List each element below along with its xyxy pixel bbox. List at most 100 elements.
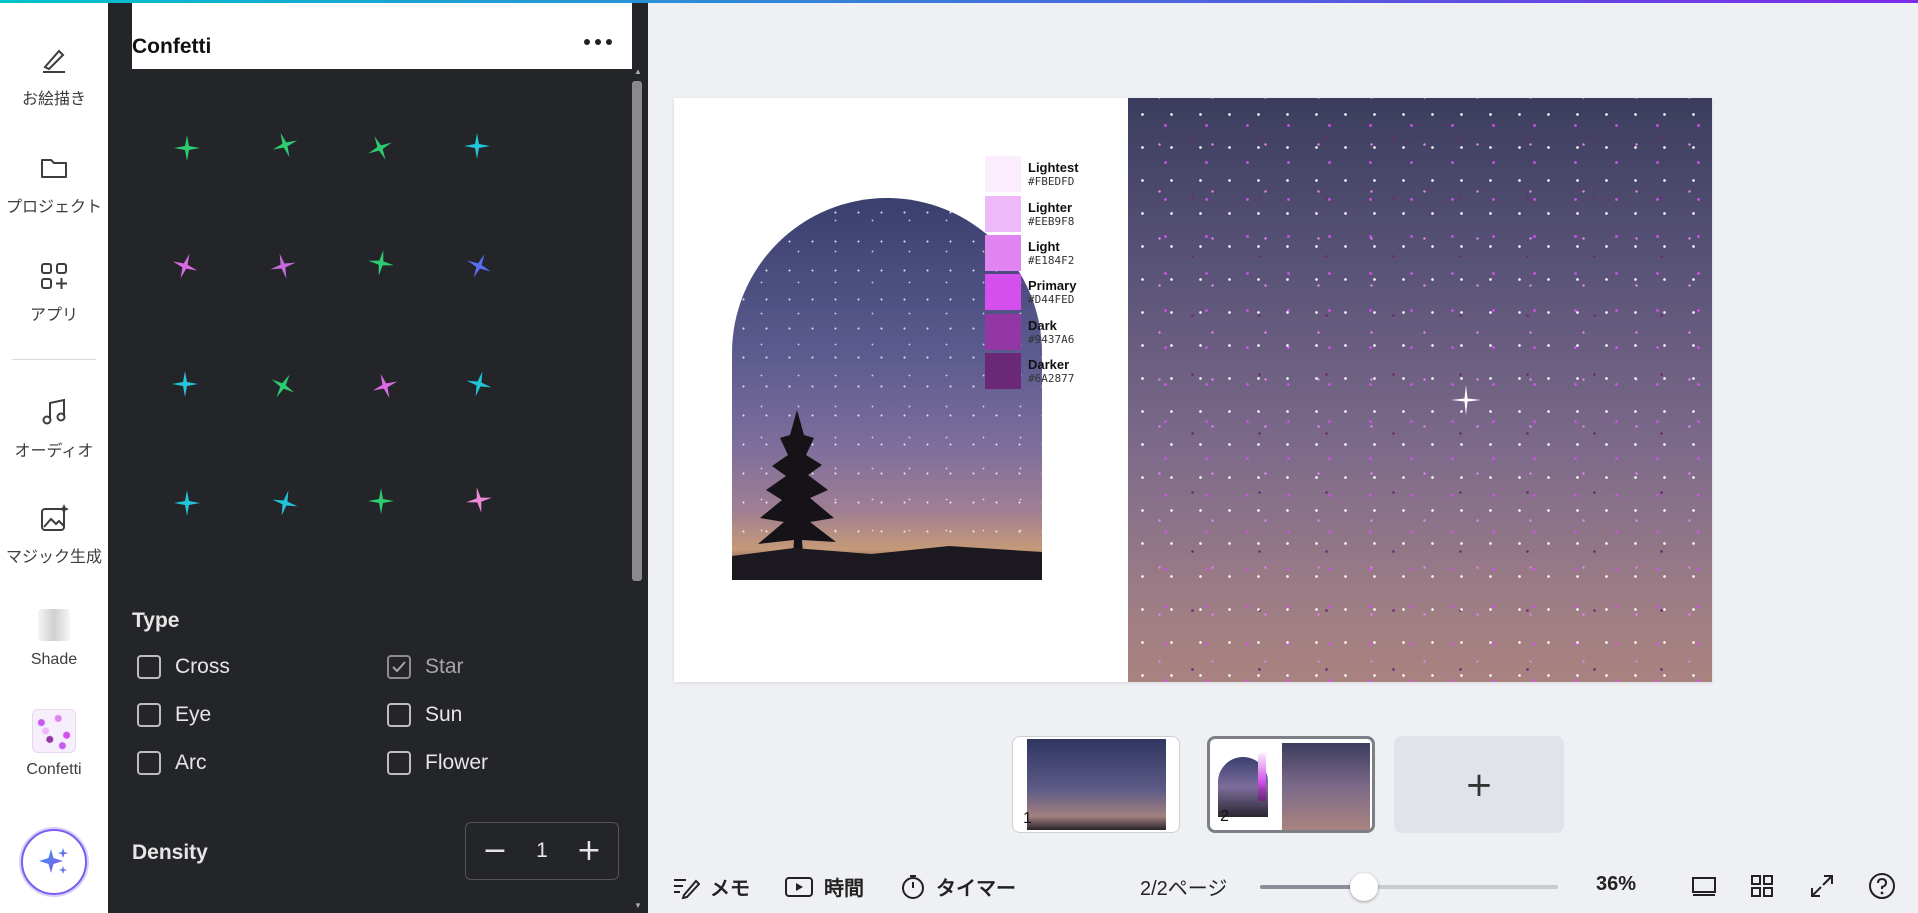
swatch-hex: #FBEDFD (1028, 175, 1075, 188)
fullscreen-icon[interactable] (1806, 870, 1838, 902)
add-page-button[interactable]: + (1394, 736, 1564, 833)
option-label: Eye (175, 703, 212, 726)
notes-label: メモ (710, 878, 750, 900)
swatch-hex: #D44FED (1028, 293, 1075, 306)
confetti-star-layer (1128, 98, 1712, 682)
page-thumbnail[interactable]: 1 (1012, 736, 1180, 833)
notes-button[interactable]: メモ (672, 872, 750, 901)
sparkle-preview[interactable] (462, 131, 492, 161)
zoom-slider[interactable] (1260, 873, 1558, 901)
timer-button[interactable]: タイマー (900, 872, 1016, 901)
palette-swatch[interactable] (985, 156, 1021, 192)
type-option-sun[interactable]: Sun (387, 703, 462, 727)
type-section-label: Type (132, 609, 180, 632)
panel-scrollbar[interactable] (632, 81, 642, 581)
rail-item-shade[interactable]: Shade (0, 609, 108, 669)
confetti-app-icon (32, 709, 76, 753)
checkmark-icon (392, 661, 406, 673)
swatch-name: Darker (1028, 357, 1070, 372)
rail-item-magic-media[interactable]: マジック生成 (0, 501, 108, 567)
rail-item-apps[interactable]: アプリ (0, 259, 108, 325)
option-label: Sun (425, 703, 463, 726)
palette-swatch[interactable] (985, 353, 1021, 389)
rail-item-confetti[interactable]: Confetti (0, 709, 108, 779)
option-label: Flower (425, 751, 489, 774)
density-value[interactable]: 1 (536, 839, 548, 863)
sparkle-preview[interactable] (366, 367, 404, 405)
page-number: 2 (1220, 808, 1229, 825)
design-page[interactable]: Lightest #FBEDFD Lighter #EEB9F8 Light #… (674, 98, 1712, 682)
thumb-right-half (1282, 743, 1370, 830)
page-view-icon[interactable] (1688, 870, 1720, 902)
rail-item-draw[interactable]: お絵描き (0, 43, 108, 109)
page-indicator[interactable]: 2/2ページ (1140, 872, 1227, 901)
page-thumbnail-selected[interactable]: 2 (1207, 736, 1375, 833)
increase-button[interactable]: + (574, 836, 604, 866)
sparkle-preview[interactable] (170, 369, 200, 399)
sparkle-preview[interactable] (172, 488, 202, 518)
palette-swatch[interactable] (985, 274, 1021, 310)
starry-sky-image[interactable] (1128, 98, 1712, 682)
type-option-arc[interactable]: Arc (137, 751, 207, 775)
sparkle-preview[interactable] (265, 248, 302, 285)
rail-item-projects[interactable]: プロジェクト (0, 151, 108, 217)
rail-item-label: アプリ (29, 307, 78, 324)
sparkle-preview[interactable] (459, 246, 499, 286)
rail-item-label: マジック生成 (5, 549, 102, 566)
swatch-hex: #9437A6 (1028, 333, 1075, 346)
rail-item-audio[interactable]: オーディオ (0, 395, 108, 461)
bottom-toolbar: メモ 時間 タイマー 2/2ページ 36% (648, 860, 1918, 913)
checkbox[interactable] (137, 751, 161, 775)
sparkle-preview[interactable] (364, 246, 399, 281)
folder-icon (37, 151, 71, 185)
sparkle-icon (39, 848, 68, 874)
sparkle-preview[interactable] (267, 485, 304, 522)
confetti-panel: Confetti ▲ ▼ Type Cross Star Eye Sun Arc… (108, 3, 648, 913)
rail-item-label: お絵描き (21, 91, 86, 108)
type-option-cross[interactable]: Cross (137, 655, 230, 679)
zoom-level[interactable]: 36% (1596, 873, 1636, 896)
swatch-name: Light (1028, 239, 1060, 254)
sparkle-preview[interactable] (462, 483, 497, 518)
density-stepper[interactable]: − 1 + (465, 822, 619, 880)
magic-assistant-button[interactable] (21, 829, 87, 895)
swatch-name: Dark (1028, 318, 1057, 333)
type-option-flower[interactable]: Flower (387, 751, 488, 775)
zoom-slider-handle[interactable] (1350, 873, 1379, 901)
checkbox[interactable] (137, 703, 161, 727)
option-label: Arc (175, 751, 207, 774)
grid-view-icon[interactable] (1746, 870, 1778, 902)
zoom-slider-fill (1260, 885, 1365, 889)
type-option-star[interactable]: Star (387, 655, 464, 679)
sparkle-preview[interactable] (461, 366, 498, 403)
palette-swatch[interactable] (985, 235, 1021, 271)
thumb-image (1027, 739, 1166, 830)
checkbox[interactable] (137, 655, 161, 679)
page-number: 1 (1023, 810, 1032, 827)
type-option-eye[interactable]: Eye (137, 703, 211, 727)
shade-app-icon (38, 609, 70, 641)
palette-swatch[interactable] (985, 196, 1021, 232)
sparkle-preview[interactable] (266, 126, 304, 164)
sparkle-preview-grid (132, 83, 612, 563)
decrease-button[interactable]: − (480, 836, 510, 866)
option-label: Star (425, 655, 464, 678)
swatch-hex: #EEB9F8 (1028, 215, 1075, 228)
checkbox[interactable] (387, 703, 411, 727)
palette-swatch[interactable] (985, 314, 1021, 350)
scroll-up-arrow[interactable]: ▲ (634, 67, 642, 76)
sparkle-preview[interactable] (263, 366, 304, 407)
help-icon[interactable] (1866, 870, 1898, 902)
swatch-name: Primary (1028, 278, 1077, 293)
checkbox[interactable] (387, 751, 411, 775)
timing-button[interactable]: 時間 (784, 872, 864, 901)
timer-label: タイマー (936, 878, 1016, 900)
checkbox[interactable] (387, 655, 411, 679)
scroll-down-arrow[interactable]: ▼ (634, 901, 642, 910)
sparkle-preview[interactable] (172, 133, 202, 163)
more-dots-icon[interactable] (584, 39, 612, 45)
sparkle-preview[interactable] (166, 247, 204, 285)
sparkle-preview[interactable] (366, 486, 396, 516)
tree-silhouette (758, 410, 836, 570)
sparkle-preview[interactable] (360, 128, 400, 168)
